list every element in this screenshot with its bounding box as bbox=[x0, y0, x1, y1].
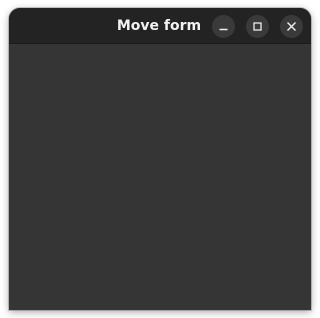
maximize-icon bbox=[253, 22, 262, 31]
app-window: Move form bbox=[9, 8, 311, 310]
close-button[interactable] bbox=[280, 15, 303, 38]
window-title: Move form bbox=[116, 18, 202, 34]
title-bar[interactable]: Move form bbox=[9, 8, 311, 44]
minimize-button[interactable] bbox=[212, 15, 235, 38]
minimize-icon bbox=[219, 28, 228, 31]
close-icon bbox=[287, 22, 296, 31]
form-body bbox=[9, 44, 311, 310]
maximize-button[interactable] bbox=[246, 15, 269, 38]
